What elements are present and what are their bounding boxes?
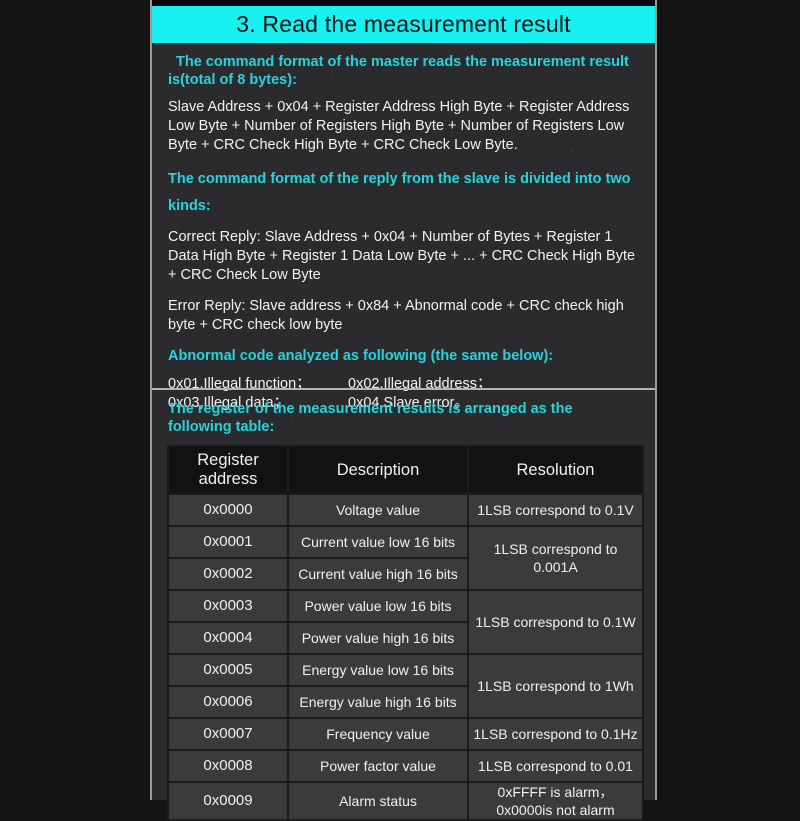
table-row: 0x0007 Frequency value 1LSB correspond t…: [169, 719, 642, 749]
cell-resolution: 1LSB correspond to 0.1W: [469, 591, 642, 653]
cell-description: Current value low 16 bits: [289, 527, 467, 557]
cell-description: Alarm status: [289, 783, 467, 819]
cell-address: 0x0002: [169, 559, 287, 589]
content-panel: 3. Read the measurement result The comma…: [150, 0, 657, 821]
page-title: 3. Read the measurement result: [236, 11, 571, 37]
cell-address: 0x0000: [169, 495, 287, 525]
table-row: 0x0003 Power value low 16 bits 1LSB corr…: [169, 591, 642, 653]
error-reply-text: Error Reply: Slave address + 0x84 + Abno…: [168, 298, 624, 333]
register-table: Register address Description Resolution …: [167, 445, 644, 821]
cell-address: 0x0001: [169, 527, 287, 557]
table-row: 0x0009 Alarm status 0xFFFF is alarm， 0x0…: [169, 783, 642, 819]
cell-address: 0x0005: [169, 655, 287, 685]
col-header-description: Description: [289, 447, 467, 493]
page-background: 3. Read the measurement result The comma…: [0, 0, 800, 821]
abnormal-code-heading: Abnormal code analyzed as following (the…: [168, 348, 554, 364]
section-title-bar: 3. Read the measurement result: [152, 6, 655, 43]
cell-address: 0x0009: [169, 783, 287, 819]
cell-address: 0x0004: [169, 623, 287, 653]
table-row: 0x0000 Voltage value 1LSB correspond to …: [169, 495, 642, 525]
table-row: 0x0005 Energy value low 16 bits 1LSB cor…: [169, 655, 642, 717]
master-command-heading: The command format of the master reads t…: [168, 54, 629, 88]
col-header-resolution: Resolution: [469, 447, 642, 493]
cell-description: Power factor value: [289, 751, 467, 781]
cell-description: Current value high 16 bits: [289, 559, 467, 589]
cell-description: Frequency value: [289, 719, 467, 749]
cell-resolution: 1LSB correspond to 0.1V: [469, 495, 642, 525]
cell-resolution: 1LSB correspond to 0.1Hz: [469, 719, 642, 749]
table-row: 0x0001 Current value low 16 bits 1LSB co…: [169, 527, 642, 589]
cell-address: 0x0006: [169, 687, 287, 717]
abnormal-code-item: 0x01,Illegal function；: [168, 376, 311, 392]
table-section-heading: The register of the measurement results …: [168, 401, 573, 435]
cell-address: 0x0003: [169, 591, 287, 621]
correct-reply-text: Correct Reply: Slave Address + 0x04 + Nu…: [168, 229, 636, 283]
cell-address: 0x0008: [169, 751, 287, 781]
abnormal-code-item: 0x02,Illegal address；: [348, 376, 492, 392]
cell-description: Power value high 16 bits: [289, 623, 467, 653]
reply-format-heading: The command format of the reply from the…: [168, 171, 631, 214]
cell-description: Voltage value: [289, 495, 467, 525]
cell-description: Energy value low 16 bits: [289, 655, 467, 685]
table-row: 0x0008 Power factor value 1LSB correspon…: [169, 751, 642, 781]
cell-resolution: 1LSB correspond to 1Wh: [469, 655, 642, 717]
cell-address: 0x0007: [169, 719, 287, 749]
cell-resolution: 0xFFFF is alarm， 0x0000is not alarm: [469, 783, 642, 819]
table-header-row: Register address Description Resolution: [169, 447, 642, 493]
section-divider: [152, 388, 655, 390]
master-command-body: Slave Address + 0x04 + Register Address …: [168, 99, 630, 153]
table-heading-wrap: The register of the measurement results …: [168, 400, 638, 436]
cell-description: Power value low 16 bits: [289, 591, 467, 621]
col-header-register-address: Register address: [169, 447, 287, 493]
cell-resolution: 1LSB correspond to 0.01: [469, 751, 642, 781]
cell-description: Energy value high 16 bits: [289, 687, 467, 717]
cell-resolution: 1LSB correspond to 0.001A: [469, 527, 642, 589]
table-body: 0x0000 Voltage value 1LSB correspond to …: [169, 495, 642, 819]
register-table-wrap: Register address Description Resolution …: [167, 445, 644, 821]
